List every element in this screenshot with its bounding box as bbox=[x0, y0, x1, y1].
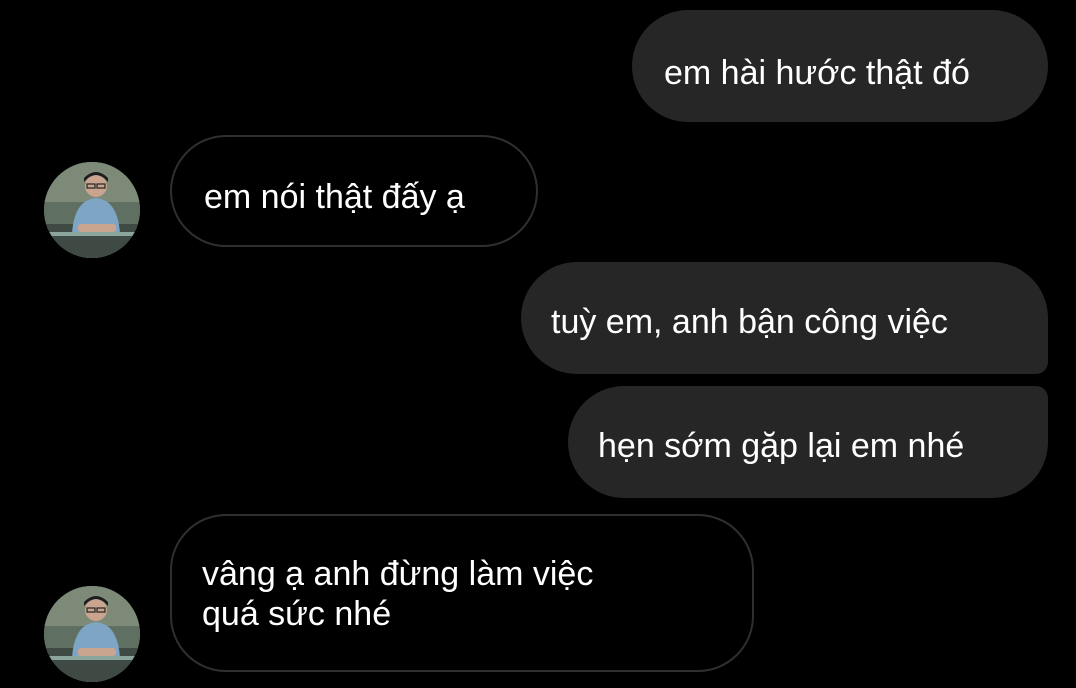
sent-message-bubble[interactable]: tuỳ em, anh bận công việc bbox=[521, 262, 1048, 374]
message-text: em hài hước thật đó bbox=[664, 54, 970, 92]
received-message-bubble[interactable]: vâng ạ anh đừng làm việc quá sức nhé bbox=[170, 514, 754, 672]
message-text: tuỳ em, anh bận công việc bbox=[551, 303, 948, 341]
received-message-bubble[interactable]: em nói thật đấy ạ bbox=[170, 135, 538, 247]
message-text: hẹn sớm gặp lại em nhé bbox=[598, 427, 965, 465]
message-text: em nói thật đấy ạ bbox=[204, 178, 465, 216]
contact-avatar-icon[interactable] bbox=[44, 162, 140, 258]
avatar-photo bbox=[44, 162, 140, 258]
message-text-line: quá sức nhé bbox=[202, 595, 392, 633]
sent-message-bubble[interactable]: em hài hước thật đó bbox=[632, 10, 1048, 122]
avatar-photo bbox=[44, 586, 140, 682]
sent-message-bubble[interactable]: hẹn sớm gặp lại em nhé bbox=[568, 386, 1048, 498]
message-text-line: vâng ạ anh đừng làm việc bbox=[202, 555, 594, 593]
contact-avatar-icon[interactable] bbox=[44, 586, 140, 682]
chat-thread: em hài hước thật đó em nói thật đấy ạ tu… bbox=[0, 0, 1076, 688]
